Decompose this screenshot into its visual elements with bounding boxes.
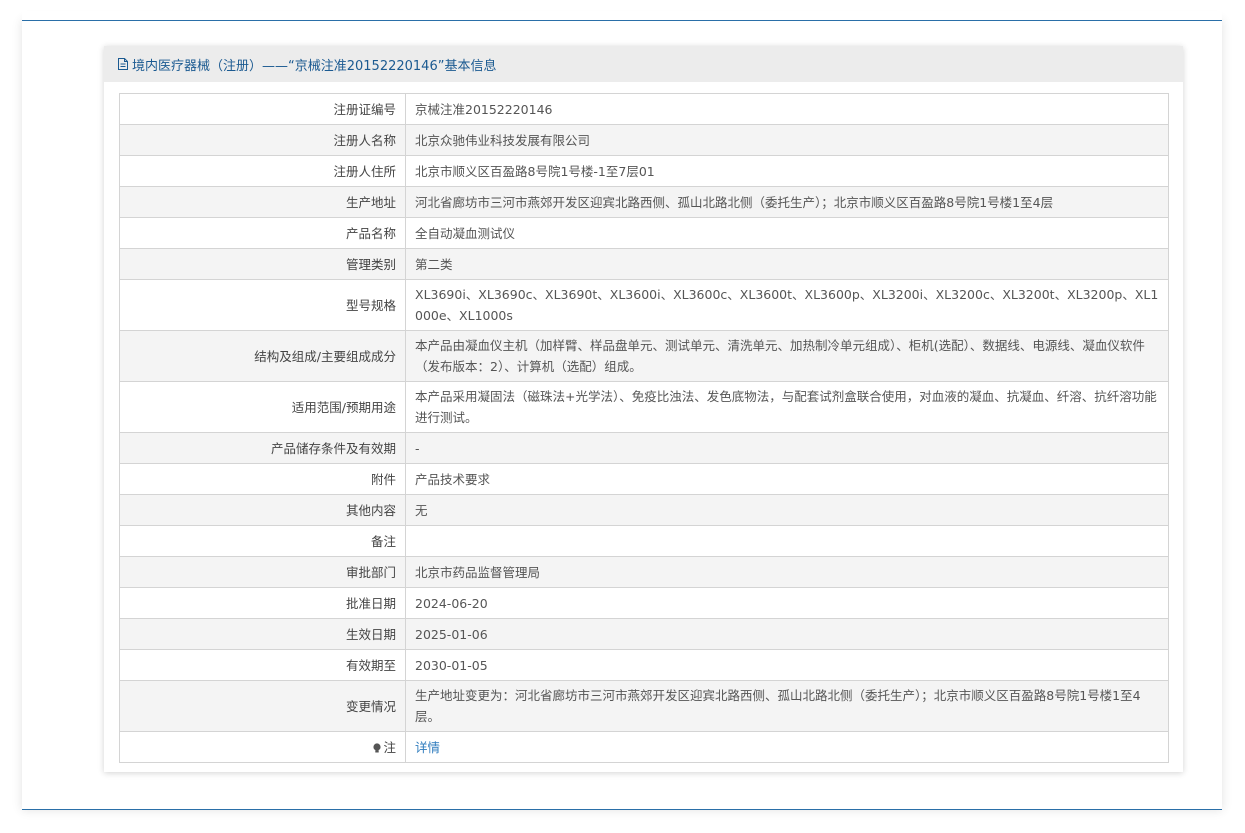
panel-header: 境内医疗器械（注册）——“京械注准20152220146”基本信息	[104, 46, 1183, 82]
table-row: 产品名称 全自动凝血测试仪	[119, 217, 1169, 249]
row-value: 2030-01-05	[405, 649, 1169, 681]
row-label: 生产地址	[119, 186, 406, 218]
table-row: 注册人名称 北京众驰伟业科技发展有限公司	[119, 124, 1169, 156]
row-label: 生效日期	[119, 618, 406, 650]
row-label: 产品储存条件及有效期	[119, 432, 406, 464]
row-label: 注册人住所	[119, 155, 406, 187]
table-row: 注册人住所 北京市顺义区百盈路8号院1号楼-1至7层01	[119, 155, 1169, 187]
row-value: 第二类	[405, 248, 1169, 280]
row-value: 全自动凝血测试仪	[405, 217, 1169, 249]
row-label: 注册证编号	[119, 93, 406, 125]
row-value	[405, 525, 1169, 557]
row-value: 河北省廊坊市三河市燕郊开发区迎宾北路西侧、孤山北路北侧（委托生产）；北京市顺义区…	[405, 186, 1169, 218]
document-icon	[118, 58, 128, 70]
info-panel: 境内医疗器械（注册）——“京械注准20152220146”基本信息 注册证编号 …	[104, 46, 1183, 772]
row-label: 备注	[119, 525, 406, 557]
note-label: 注	[383, 739, 396, 755]
table-row: 适用范围/预期用途 本产品采用凝固法（磁珠法+光学法）、免疫比浊法、发色底物法，…	[119, 381, 1169, 433]
row-value: 生产地址变更为：河北省廊坊市三河市燕郊开发区迎宾北路西侧、孤山北路北侧（委托生产…	[405, 680, 1169, 732]
table-row: 管理类别 第二类	[119, 248, 1169, 280]
row-value: 北京市顺义区百盈路8号院1号楼-1至7层01	[405, 155, 1169, 187]
row-label: 其他内容	[119, 494, 406, 526]
row-value: 北京市药品监督管理局	[405, 556, 1169, 588]
row-label: 注册人名称	[119, 124, 406, 156]
page-frame: 境内医疗器械（注册）——“京械注准20152220146”基本信息 注册证编号 …	[22, 11, 1222, 810]
table-row: 批准日期 2024-06-20	[119, 587, 1169, 619]
info-table: 注册证编号 京械注准20152220146 注册人名称 北京众驰伟业科技发展有限…	[119, 93, 1169, 763]
row-label: 型号规格	[119, 279, 406, 331]
row-value: 无	[405, 494, 1169, 526]
detail-link[interactable]: 详情	[415, 740, 440, 755]
row-label: 有效期至	[119, 649, 406, 681]
note-value-cell: 详情	[405, 731, 1169, 763]
row-value: XL3690i、XL3690c、XL3690t、XL3600i、XL3600c、…	[405, 279, 1169, 331]
row-label: 批准日期	[119, 587, 406, 619]
panel-title: 境内医疗器械（注册）——“京械注准20152220146”基本信息	[132, 58, 497, 74]
row-label: 管理类别	[119, 248, 406, 280]
row-value: 产品技术要求	[405, 463, 1169, 495]
table-row: 备注	[119, 525, 1169, 557]
row-label: 产品名称	[119, 217, 406, 249]
row-value: 本产品采用凝固法（磁珠法+光学法）、免疫比浊法、发色底物法，与配套试剂盒联合使用…	[405, 381, 1169, 433]
table-row: 产品储存条件及有效期 -	[119, 432, 1169, 464]
row-value: 京械注准20152220146	[405, 93, 1169, 125]
table-row: 审批部门 北京市药品监督管理局	[119, 556, 1169, 588]
row-label: 审批部门	[119, 556, 406, 588]
table-row: 生产地址 河北省廊坊市三河市燕郊开发区迎宾北路西侧、孤山北路北侧（委托生产）；北…	[119, 186, 1169, 218]
note-label-cell: 注	[119, 731, 406, 763]
row-value: 2024-06-20	[405, 587, 1169, 619]
row-value: 北京众驰伟业科技发展有限公司	[405, 124, 1169, 156]
row-value: 本产品由凝血仪主机（加样臂、样品盘单元、测试单元、清洗单元、加热制冷单元组成）、…	[405, 330, 1169, 382]
row-label: 附件	[119, 463, 406, 495]
table-row: 注册证编号 京械注准20152220146	[119, 93, 1169, 125]
lightbulb-icon	[373, 742, 382, 752]
table-row: 有效期至 2030-01-05	[119, 649, 1169, 681]
row-label: 变更情况	[119, 680, 406, 732]
table-row: 型号规格 XL3690i、XL3690c、XL3690t、XL3600i、XL3…	[119, 279, 1169, 331]
table-row: 注 详情	[119, 731, 1169, 763]
table-row: 附件 产品技术要求	[119, 463, 1169, 495]
table-row: 变更情况 生产地址变更为：河北省廊坊市三河市燕郊开发区迎宾北路西侧、孤山北路北侧…	[119, 680, 1169, 732]
table-row: 其他内容 无	[119, 494, 1169, 526]
row-label: 适用范围/预期用途	[119, 381, 406, 433]
table-row: 结构及组成/主要组成成分 本产品由凝血仪主机（加样臂、样品盘单元、测试单元、清洗…	[119, 330, 1169, 382]
row-value: 2025-01-06	[405, 618, 1169, 650]
table-row: 生效日期 2025-01-06	[119, 618, 1169, 650]
row-value: -	[405, 432, 1169, 464]
row-label: 结构及组成/主要组成成分	[119, 330, 406, 382]
